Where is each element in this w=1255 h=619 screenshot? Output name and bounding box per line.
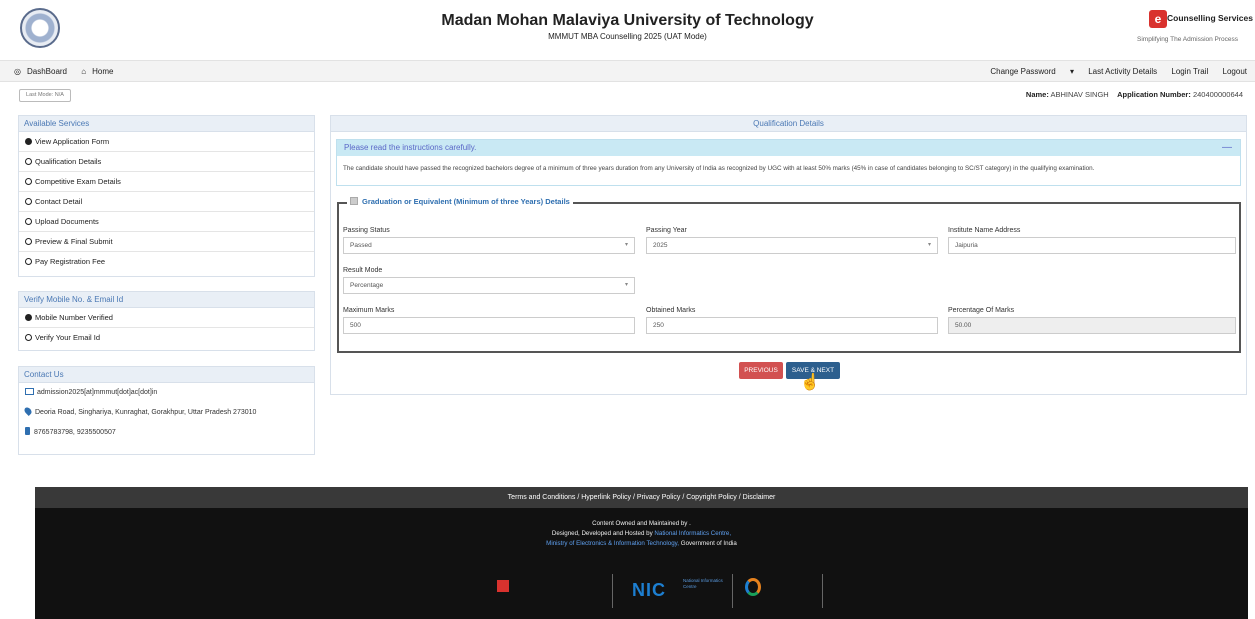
page-title: Madan Mohan Malaviya University of Techn…	[441, 12, 814, 29]
envelope-icon	[25, 388, 34, 395]
service-view-application[interactable]: View Application Form	[19, 132, 314, 152]
footer-info: Content Owned and Maintained by . Design…	[35, 508, 1248, 619]
ministry-link[interactable]: Ministry of Electronics & Information Te…	[546, 540, 679, 547]
caret-down-icon: ▾	[624, 242, 628, 248]
dashboard-link[interactable]: ◎ DashBoard	[14, 67, 73, 76]
passing-status-select[interactable]: Passed ▾	[343, 237, 635, 254]
verify-panel: Verify Mobile No. & Email Id Mobile Numb…	[18, 291, 315, 351]
change-password-menu[interactable]: Change Password ▾	[978, 67, 1074, 76]
brand-name: Counselling Services	[1167, 13, 1253, 23]
clock-icon	[25, 258, 32, 265]
verify-email-item[interactable]: Verify Your Email Id	[19, 328, 314, 348]
qualification-title: Qualification Details	[331, 116, 1246, 132]
contact-email: admission2025[at]mmmut[dot]ac[dot]in	[19, 383, 314, 403]
nic-logo: NIC	[632, 580, 666, 600]
divider	[612, 574, 613, 608]
page-header: Madan Mohan Malaviya University of Techn…	[0, 0, 1255, 60]
instructions-box: Please read the instructions carefully. …	[336, 139, 1241, 186]
nic-logo-text: National Informatics Centre	[683, 578, 723, 589]
last-mode-badge: Last Mode: N/A	[19, 89, 71, 102]
user-name: ABHINAV SINGH	[1050, 90, 1109, 99]
caret-down-icon: ▾	[1069, 67, 1074, 76]
result-mode-select[interactable]: Percentage ▾	[343, 277, 635, 294]
footer-links[interactable]: Terms and Conditions / Hyperlink Policy …	[35, 487, 1248, 508]
check-circle-icon	[25, 314, 32, 321]
passing-year-label: Passing Year	[646, 227, 687, 234]
max-marks-input[interactable]: 500	[343, 317, 635, 334]
services-panel: Available Services View Application Form…	[18, 115, 315, 277]
footer-designed: Designed, Developed and Hosted by Nation…	[551, 530, 732, 537]
top-navbar: ◎ DashBoard ⌂ Home Change Password ▾ Last …	[0, 60, 1255, 82]
hand-pointer-icon: ☝	[800, 374, 820, 391]
caret-down-icon: ▾	[624, 282, 628, 288]
caret-down-icon: ▾	[927, 242, 931, 248]
instructions-text: The candidate should have passed the rec…	[343, 165, 1095, 172]
institute-label: Institute Name Address	[948, 227, 1021, 234]
verify-title: Verify Mobile No. & Email Id	[19, 292, 314, 308]
page-subtitle: MMMUT MBA Counselling 2025 (UAT Mode)	[548, 32, 707, 41]
map-marker-icon	[23, 406, 33, 416]
graduation-legend: Graduation or Equivalent (Minimum of thr…	[347, 197, 573, 206]
footer-owned: Content Owned and Maintained by .	[592, 520, 691, 527]
clock-icon	[25, 158, 32, 165]
result-mode-label: Result Mode	[343, 267, 383, 274]
footer-ministry: Ministry of Electronics & Information Te…	[546, 540, 737, 547]
last-activity-link[interactable]: Last Activity Details	[1088, 67, 1157, 76]
login-trail-link[interactable]: Login Trail	[1171, 67, 1208, 76]
digital-india-logo-icon	[745, 578, 761, 596]
clock-icon	[25, 334, 32, 341]
dashboard-icon: ◎	[14, 67, 21, 76]
divider	[822, 574, 823, 608]
institute-input[interactable]: Jaipuria	[948, 237, 1236, 254]
mobile-icon	[25, 427, 30, 435]
obtained-marks-input[interactable]: 250	[646, 317, 938, 334]
home-icon: ⌂	[81, 67, 87, 76]
clock-icon	[25, 198, 32, 205]
service-contact-detail[interactable]: Contact Detail	[19, 192, 314, 212]
counselling-services-logo: e Counselling Services Simplifying The A…	[1127, 10, 1253, 50]
passing-year-select[interactable]: 2025 ▾	[646, 237, 938, 254]
check-circle-icon	[25, 138, 32, 145]
brand-tagline: Simplifying The Admission Process	[1137, 36, 1239, 43]
logout-link[interactable]: Logout	[1223, 67, 1247, 76]
collapse-icon[interactable]: —	[1222, 140, 1232, 156]
services-title: Available Services	[19, 116, 314, 132]
service-competitive-exam[interactable]: Competitive Exam Details	[19, 172, 314, 192]
counselling-logo-icon	[497, 580, 509, 592]
contact-phone: 8765783798, 9235500507	[19, 423, 314, 443]
service-preview-submit[interactable]: Preview & Final Submit	[19, 232, 314, 252]
clock-icon	[25, 178, 32, 185]
previous-button[interactable]: PREVIOUS	[739, 362, 783, 379]
brand-mark-icon: e	[1149, 10, 1167, 28]
instructions-header[interactable]: Please read the instructions carefully. …	[337, 140, 1240, 156]
qualification-panel: Qualification Details Please read the in…	[330, 115, 1247, 395]
percentage-label: Percentage Of Marks	[948, 307, 1015, 314]
obtained-marks-label: Obtained Marks	[646, 307, 696, 314]
clock-icon	[25, 218, 32, 225]
service-qualification[interactable]: Qualification Details	[19, 152, 314, 172]
service-upload-documents[interactable]: Upload Documents	[19, 212, 314, 232]
application-number: 240400000644	[1192, 90, 1243, 99]
graduation-fieldset: Graduation or Equivalent (Minimum of thr…	[337, 197, 1241, 353]
home-link[interactable]: ⌂ Home	[81, 67, 119, 76]
footer-logos: NIC National Informatics Centre	[497, 572, 824, 608]
graduation-checkbox[interactable]	[350, 197, 358, 205]
contact-address: Deoria Road, Singhariya, Kunraghat, Gora…	[19, 403, 314, 423]
divider	[732, 574, 733, 608]
percentage-input: 50.00	[948, 317, 1236, 334]
clock-icon	[25, 238, 32, 245]
user-info: Name: ABHINAV SINGH Application Number: …	[1025, 90, 1243, 99]
nic-link[interactable]: National Informatics Centre,	[654, 530, 731, 537]
mobile-verified-item: Mobile Number Verified	[19, 308, 314, 328]
service-pay-fee[interactable]: Pay Registration Fee	[19, 252, 314, 272]
passing-status-label: Passing Status	[343, 227, 390, 234]
contact-title: Contact Us	[19, 367, 314, 383]
max-marks-label: Maximum Marks	[343, 307, 395, 314]
contact-panel: Contact Us admission2025[at]mmmut[dot]ac…	[18, 366, 315, 455]
